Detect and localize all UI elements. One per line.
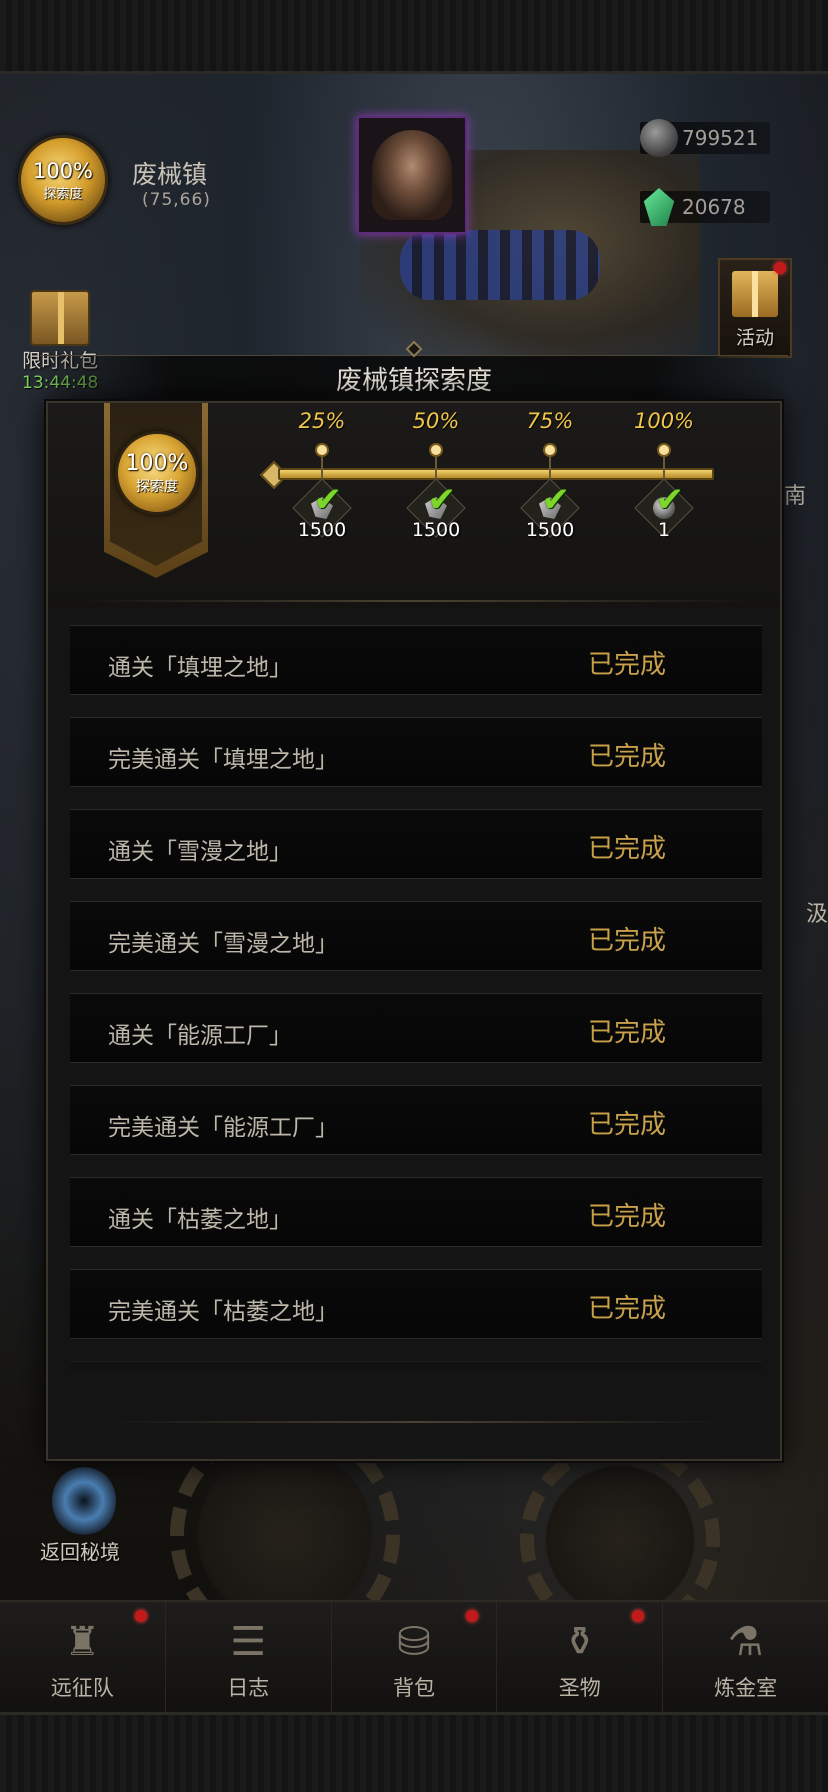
backpack-icon: ⛁ <box>397 1619 431 1665</box>
exploration-percent: 100% <box>32 158 94 183</box>
checkmark-icon: ✔ <box>427 480 456 520</box>
bottom-divider <box>108 1421 724 1423</box>
task-row[interactable]: 完美通关「雪漫之地」 已完成 <box>70 901 762 971</box>
task-status: 已完成 <box>588 926 667 956</box>
gem-currency: 20678 <box>640 188 770 226</box>
task-name: 通关「枯萎之地」 <box>108 1207 292 1233</box>
nav-label: 远征队 <box>50 1676 114 1700</box>
reward-quantity: 1500 <box>525 519 575 541</box>
return-secret-realm-label[interactable]: 返回秘境 <box>40 1536 120 1565</box>
task-row[interactable]: 完美通关「能源工厂」 已完成 <box>70 1085 762 1155</box>
nav-label: 炼金室 <box>714 1676 778 1700</box>
task-status: 已完成 <box>588 742 667 772</box>
milestone-percent: 75% <box>526 409 574 433</box>
milestone-percent: 100% <box>633 409 695 433</box>
scroll-icon: ☰ <box>230 1619 267 1665</box>
milestone-4[interactable]: 100% ✔ 1 <box>609 409 719 541</box>
task-status: 已完成 <box>588 650 667 680</box>
reward-quantity: 1 <box>657 519 671 541</box>
milestone-node <box>543 443 557 457</box>
checkmark-icon: ✔ <box>313 480 342 520</box>
milestone-1[interactable]: 25% ✔ 1500 <box>267 409 377 541</box>
right-edge-text: 汲 <box>806 902 828 927</box>
modal-exploration-percent: 100% <box>125 450 189 476</box>
right-edge-text: 南 <box>784 484 807 509</box>
nav-item-alchemy[interactable]: ⚗ 炼金室 <box>663 1602 828 1712</box>
reward-quantity: 1500 <box>297 519 347 541</box>
milestone-node <box>315 443 329 457</box>
reward-quantity: 1500 <box>411 519 461 541</box>
task-row[interactable]: 完美通关「填埋之地」 已完成 <box>70 717 762 787</box>
relic-icon: ⚱ <box>563 1619 597 1665</box>
list-fade <box>70 1333 762 1395</box>
milestone-2[interactable]: 50% ✔ 1500 <box>381 409 491 541</box>
machine-coil <box>400 230 600 300</box>
compass-icon: 100% 探索度 <box>115 431 199 515</box>
nav-item-backpack[interactable]: ⛁ 背包 <box>332 1602 498 1712</box>
milestone-percent: 25% <box>298 409 346 433</box>
nav-item-scroll[interactable]: ☰ 日志 <box>166 1602 332 1712</box>
task-name: 通关「雪漫之地」 <box>108 839 292 865</box>
task-name: 通关「能源工厂」 <box>108 1023 292 1049</box>
task-status: 已完成 <box>588 1294 667 1324</box>
task-row[interactable]: 通关「枯萎之地」 已完成 <box>70 1177 762 1247</box>
task-status: 已完成 <box>588 1202 667 1232</box>
silver-coin-icon <box>640 119 678 157</box>
task-row[interactable]: 通关「能源工厂」 已完成 <box>70 993 762 1063</box>
notification-badge <box>134 1610 147 1622</box>
bottom-nav: ♜ 远征队 ☰ 日志 ⛁ 背包 ⚱ 圣物 ⚗ 炼金室 <box>0 1600 828 1712</box>
town-name: 废械镇 <box>132 160 208 189</box>
task-status: 已完成 <box>588 1018 667 1048</box>
milestone-3[interactable]: 75% ✔ 1500 <box>495 409 605 541</box>
modal-title: 废械镇探索度 <box>335 366 492 396</box>
task-name: 完美通关「能源工厂」 <box>108 1115 338 1141</box>
task-status: 已完成 <box>588 834 667 864</box>
task-name: 完美通关「枯萎之地」 <box>108 1299 338 1325</box>
activity-badge <box>774 262 786 274</box>
top-frame <box>0 0 828 74</box>
exploration-modal: 100% 探索度 25% ✔ 1500 50% ✔ 1500 75% ✔ 1500 100% ✔ 1 … <box>46 401 782 1461</box>
bottom-frame <box>0 1712 828 1792</box>
gift-box-icon <box>30 290 91 346</box>
milestone-node <box>429 443 443 457</box>
task-row[interactable]: 通关「雪漫之地」 已完成 <box>70 809 762 879</box>
milestone-percent: 50% <box>412 409 460 433</box>
silver-currency: 799521 <box>640 119 770 157</box>
task-status: 已完成 <box>588 1110 667 1140</box>
header-divider <box>78 600 754 602</box>
town-exploration-badge[interactable]: 100% 探索度 <box>18 135 108 225</box>
checkmark-icon: ✔ <box>541 480 570 520</box>
task-name: 通关「填埋之地」 <box>108 655 292 681</box>
activity-label: 活动 <box>735 327 774 349</box>
alchemy-icon: ⚗ <box>727 1619 764 1665</box>
notification-badge <box>466 1610 479 1622</box>
notification-badge <box>632 1610 645 1622</box>
nav-item-helmet[interactable]: ♜ 远征队 <box>0 1602 166 1712</box>
town-coords: (75,66) <box>142 190 211 210</box>
hero-portrait[interactable] <box>357 116 467 234</box>
modal-exploration-label: 探索度 <box>136 478 178 495</box>
helmet-icon: ♜ <box>64 1619 101 1665</box>
avatar <box>372 130 452 220</box>
activity-gift-icon <box>732 271 778 317</box>
task-name: 完美通关「雪漫之地」 <box>108 931 338 957</box>
portal-icon[interactable] <box>52 1466 116 1536</box>
checkmark-icon: ✔ <box>655 480 684 520</box>
nav-label: 圣物 <box>558 1676 601 1700</box>
exploration-label: 探索度 <box>43 186 83 202</box>
task-list[interactable]: 通关「填埋之地」 已完成 完美通关「填埋之地」 已完成 通关「雪漫之地」 已完成 完美通关「… <box>70 625 762 1395</box>
task-name: 完美通关「填埋之地」 <box>108 747 338 773</box>
nav-label: 背包 <box>392 1676 435 1700</box>
milestone-node <box>657 443 671 457</box>
nav-label: 日志 <box>227 1676 270 1700</box>
task-row[interactable]: 完美通关「枯萎之地」 已完成 <box>70 1269 762 1339</box>
task-row[interactable]: 通关「填埋之地」 已完成 <box>70 625 762 695</box>
nav-item-relic[interactable]: ⚱ 圣物 <box>497 1602 664 1712</box>
modal-title-bar: 废械镇探索度 <box>40 355 788 401</box>
